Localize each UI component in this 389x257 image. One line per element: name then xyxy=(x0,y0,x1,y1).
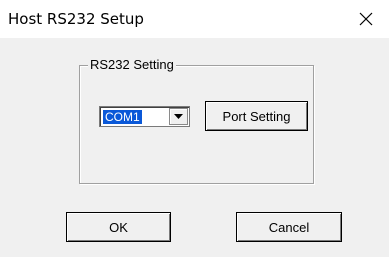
combo-selected-value: COM1 xyxy=(103,110,142,124)
port-setting-button[interactable]: Port Setting xyxy=(205,101,308,131)
group-label: RS232 Setting xyxy=(88,57,176,73)
ok-button[interactable]: OK xyxy=(66,212,171,242)
close-icon xyxy=(359,12,373,26)
window-title: Host RS232 Setup xyxy=(8,10,144,28)
cancel-button[interactable]: Cancel xyxy=(236,212,342,242)
com-port-combobox[interactable]: COM1 xyxy=(99,106,190,127)
chevron-down-icon xyxy=(174,113,183,119)
close-button[interactable] xyxy=(343,0,389,38)
title-bar[interactable]: Host RS232 Setup xyxy=(0,0,389,38)
dialog-body: RS232 Setting COM1 Port Setting OK Cance… xyxy=(0,38,389,257)
combo-dropdown-button[interactable] xyxy=(169,108,188,125)
